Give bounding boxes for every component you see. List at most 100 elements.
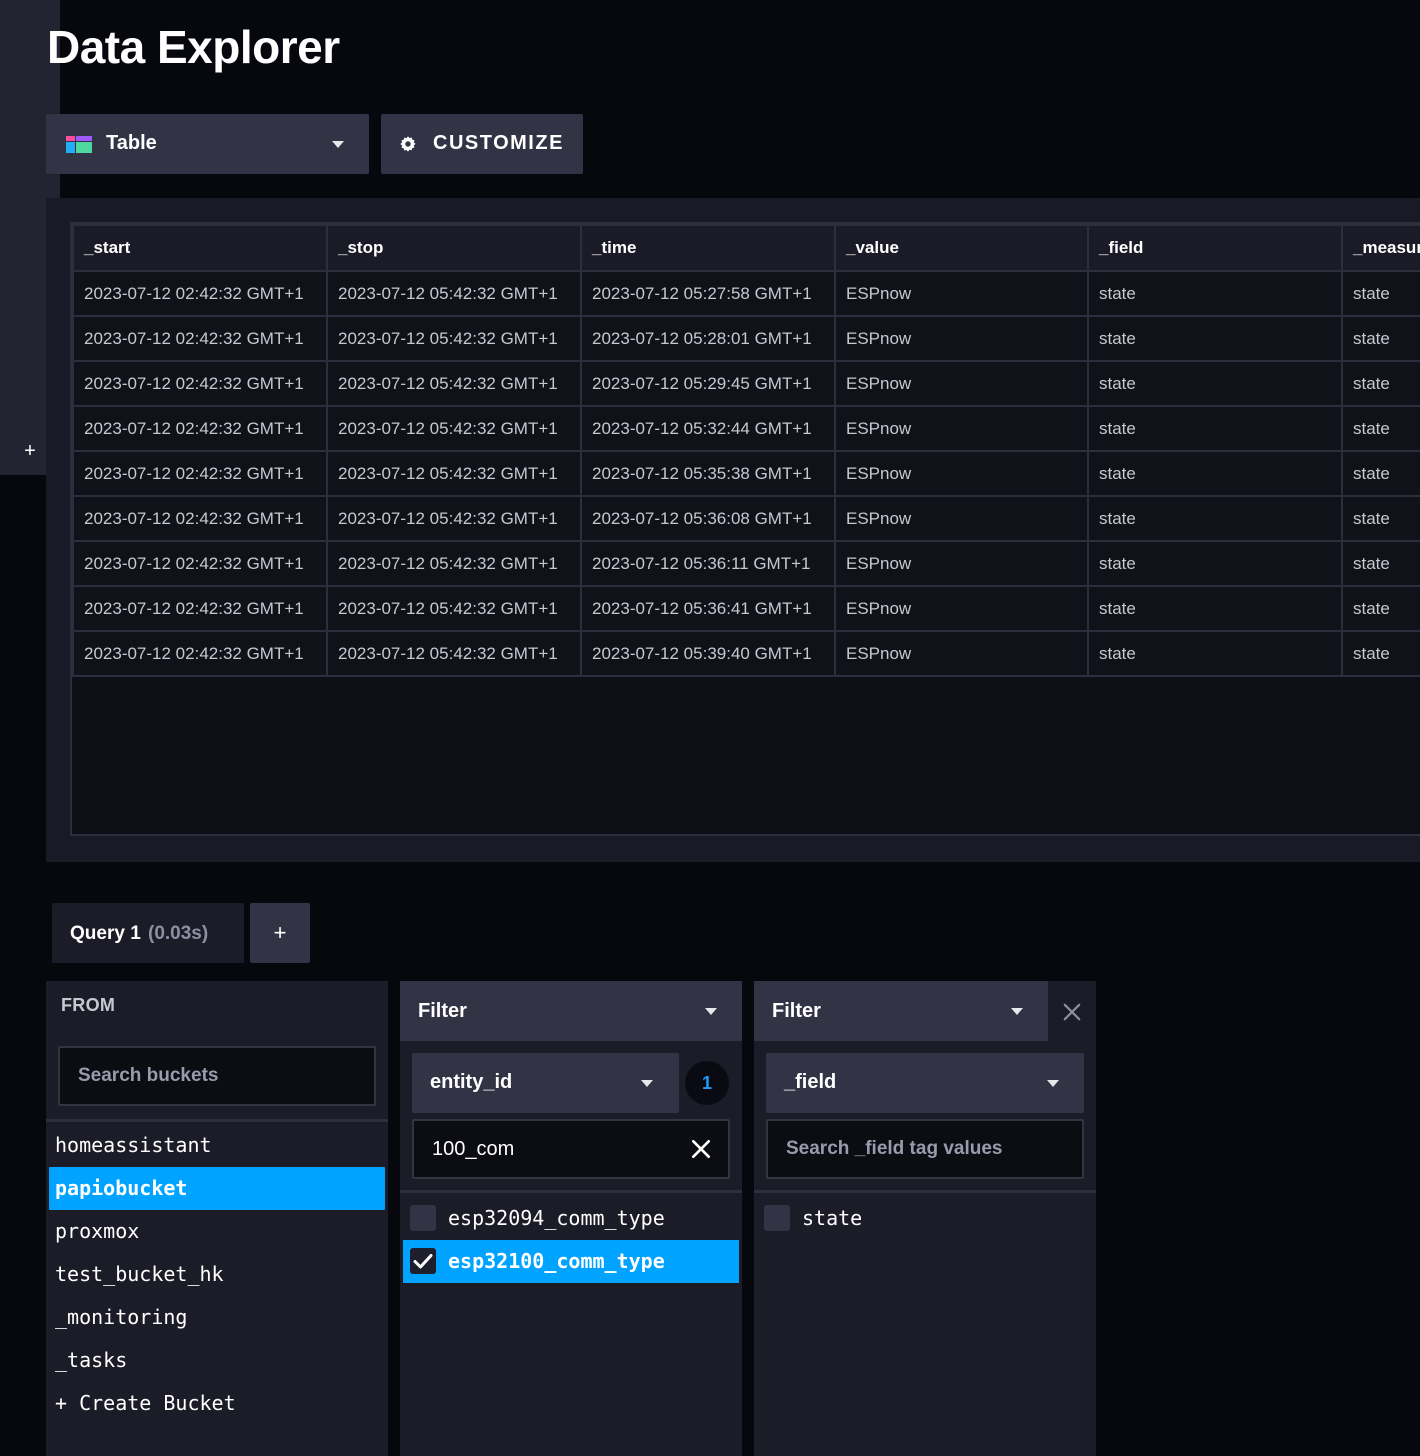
chevron-down-icon <box>705 1008 717 1015</box>
table-cell: state <box>1087 270 1343 317</box>
tag-key-dropdown[interactable]: _field <box>766 1053 1084 1113</box>
table-cell: 2023-07-12 05:28:01 GMT+1 <box>580 315 836 362</box>
table-cell: 2023-07-12 05:42:32 GMT+1 <box>326 630 582 677</box>
page-title: Data Explorer <box>47 21 340 73</box>
divider <box>400 1190 742 1193</box>
remove-filter-button[interactable] <box>1048 981 1096 1041</box>
column-header[interactable]: _stop <box>326 224 582 272</box>
table-cell: 2023-07-12 05:42:32 GMT+1 <box>326 270 582 317</box>
table-cell: 2023-07-12 02:42:32 GMT+1 <box>72 315 328 362</box>
create-bucket-button[interactable]: + Create Bucket <box>49 1382 385 1425</box>
table-cell: 2023-07-12 05:42:32 GMT+1 <box>326 585 582 632</box>
column-header[interactable]: _time <box>580 224 836 272</box>
table-cell: ESPnow <box>834 405 1089 452</box>
clear-search-icon[interactable] <box>690 1137 712 1161</box>
table-cell: ESPnow <box>834 315 1089 362</box>
table-cell: 2023-07-12 05:36:08 GMT+1 <box>580 495 836 542</box>
customize-button[interactable]: CUSTOMIZE <box>381 114 583 174</box>
table-row: 2023-07-12 02:42:32 GMT+1 2023-07-12 05:4… <box>72 540 1420 587</box>
table-cell: state <box>1341 540 1420 587</box>
table-cell: ESPnow <box>834 450 1089 497</box>
table-cell: 2023-07-12 02:42:32 GMT+1 <box>72 585 328 632</box>
filter-function-label: Filter <box>418 1000 467 1022</box>
table-cell: state <box>1341 360 1420 407</box>
bucket-item[interactable]: homeassistant <box>49 1124 385 1167</box>
table-row: 2023-07-12 02:42:32 GMT+1 2023-07-12 05:4… <box>72 360 1420 407</box>
chevron-down-icon <box>641 1080 653 1087</box>
tag-value-search-placeholder: Search _field tag values <box>786 1138 1003 1159</box>
table-row: 2023-07-12 02:42:32 GMT+1 2023-07-12 05:4… <box>72 585 1420 632</box>
table-cell: ESPnow <box>834 270 1089 317</box>
results-table-container[interactable]: _start _stop _time _value _field _measur 2023… <box>70 222 1420 836</box>
table-row: 2023-07-12 02:42:32 GMT+1 2023-07-12 05:4… <box>72 405 1420 452</box>
filter-card-field: Filter _field Search _field tag values s… <box>754 981 1096 1456</box>
table-cell: state <box>1341 315 1420 362</box>
chevron-down-icon <box>1047 1080 1059 1087</box>
bucket-search-input[interactable]: Search buckets <box>58 1046 376 1106</box>
selected-count-badge: 1 <box>685 1061 729 1105</box>
table-cell: 2023-07-12 05:32:44 GMT+1 <box>580 405 836 452</box>
customize-label: CUSTOMIZE <box>433 132 564 154</box>
table-cell: state <box>1341 450 1420 497</box>
tag-key-label: _field <box>784 1071 837 1093</box>
table-cell: state <box>1087 405 1343 452</box>
table-cell: 2023-07-12 02:42:32 GMT+1 <box>72 495 328 542</box>
tag-value-search-text: 100_com <box>432 1138 515 1160</box>
checkbox[interactable] <box>764 1205 790 1231</box>
table-cell: ESPnow <box>834 495 1089 542</box>
tag-value-search-input[interactable]: 100_com <box>412 1119 730 1179</box>
table-cell: 2023-07-12 05:35:38 GMT+1 <box>580 450 836 497</box>
column-header[interactable]: _field <box>1087 224 1343 272</box>
table-cell: state <box>1341 405 1420 452</box>
table-cell: 2023-07-12 05:42:32 GMT+1 <box>326 495 582 542</box>
table-cell: 2023-07-12 05:42:32 GMT+1 <box>326 405 582 452</box>
table-cell: 2023-07-12 05:27:58 GMT+1 <box>580 270 836 317</box>
table-icon <box>66 136 92 153</box>
bucket-item[interactable]: papiobucket <box>49 1167 385 1210</box>
table-cell: state <box>1087 360 1343 407</box>
filter-function-dropdown[interactable]: Filter <box>754 981 1048 1041</box>
tag-value-search-input[interactable]: Search _field tag values <box>766 1119 1084 1179</box>
query-tab[interactable]: Query 1 (0.03s) <box>52 903 244 963</box>
bucket-item[interactable]: proxmox <box>49 1210 385 1253</box>
tag-value-item[interactable]: esp32094_comm_type <box>403 1197 739 1240</box>
bucket-item[interactable]: _monitoring <box>49 1296 385 1339</box>
table-row: 2023-07-12 02:42:32 GMT+1 2023-07-12 05:4… <box>72 450 1420 497</box>
checkbox-checked[interactable] <box>410 1248 436 1274</box>
table-cell: state <box>1087 630 1343 677</box>
bucket-item[interactable]: test_bucket_hk <box>49 1253 385 1296</box>
table-row: 2023-07-12 02:42:32 GMT+1 2023-07-12 05:4… <box>72 270 1420 317</box>
column-header[interactable]: _start <box>72 224 328 272</box>
table-cell: ESPnow <box>834 360 1089 407</box>
checkmark-icon <box>413 1254 433 1269</box>
tag-key-dropdown[interactable]: entity_id <box>412 1053 679 1113</box>
tag-value-list: esp32094_comm_type esp32100_comm_type <box>403 1197 739 1283</box>
table-cell: ESPnow <box>834 540 1089 587</box>
table-cell: state <box>1087 540 1343 587</box>
bucket-item[interactable]: _tasks <box>49 1339 385 1382</box>
chevron-down-icon <box>332 141 344 148</box>
add-query-button[interactable]: + <box>250 903 310 963</box>
tag-value-item[interactable]: esp32100_comm_type <box>403 1240 739 1283</box>
divider <box>46 1119 388 1122</box>
checkbox[interactable] <box>410 1205 436 1231</box>
table-cell: 2023-07-12 02:42:32 GMT+1 <box>72 405 328 452</box>
tag-key-label: entity_id <box>430 1071 513 1093</box>
table-cell: 2023-07-12 05:42:32 GMT+1 <box>326 315 582 362</box>
table-cell: 2023-07-12 05:42:32 GMT+1 <box>326 360 582 407</box>
tag-value-label: esp32094_comm_type <box>448 1206 665 1230</box>
column-header[interactable]: _measur <box>1341 224 1420 272</box>
chevron-down-icon <box>1011 1008 1023 1015</box>
table-header-row: _start _stop _time _value _field _measur <box>72 224 1420 272</box>
table-cell: 2023-07-12 02:42:32 GMT+1 <box>72 540 328 587</box>
table-cell: state <box>1087 315 1343 362</box>
filter-function-dropdown[interactable]: Filter <box>400 981 742 1041</box>
tag-value-item[interactable]: state <box>757 1197 1093 1240</box>
column-header[interactable]: _value <box>834 224 1089 272</box>
table-cell: 2023-07-12 05:36:41 GMT+1 <box>580 585 836 632</box>
tag-value-list: state <box>757 1197 1093 1240</box>
table-cell: state <box>1087 585 1343 632</box>
table-cell: 2023-07-12 05:42:32 GMT+1 <box>326 540 582 587</box>
visualization-type-dropdown[interactable]: Table <box>46 114 369 174</box>
table-cell: 2023-07-12 02:42:32 GMT+1 <box>72 450 328 497</box>
